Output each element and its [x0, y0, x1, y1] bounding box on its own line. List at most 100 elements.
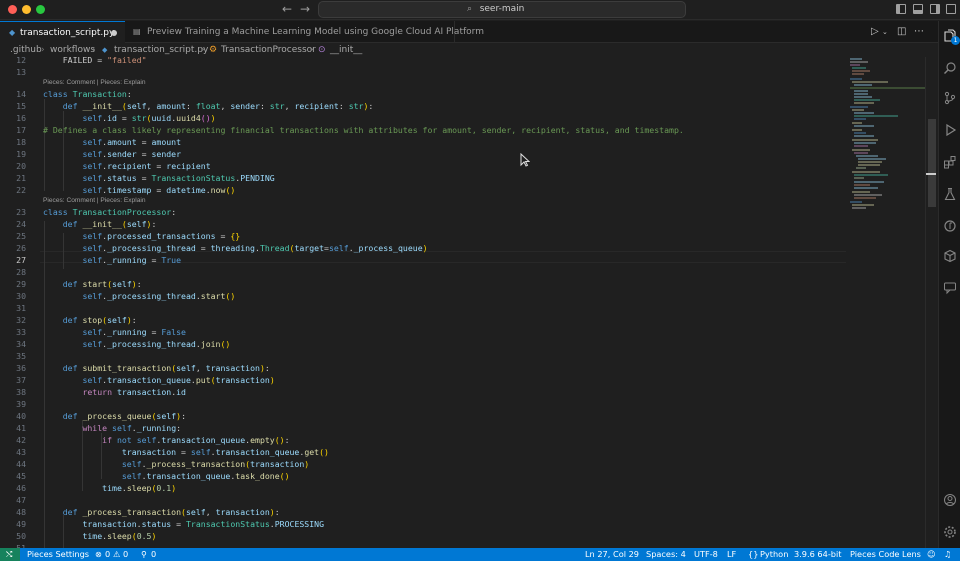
error-count[interactable]: 0 [105, 548, 110, 561]
close-window-button[interactable] [8, 5, 17, 14]
settings-gear-icon[interactable] [943, 525, 957, 539]
language-mode[interactable]: Python [760, 548, 788, 561]
code-line-current: 27 self._running = True [16, 255, 182, 265]
code-line: 42 if not self.transaction_queue.empty()… [16, 435, 290, 445]
code-line: 33 self._running = False [16, 327, 186, 337]
code-line: 41 while self._running: [16, 423, 182, 433]
tab-label: Preview Training a Machine Learning Mode… [147, 27, 484, 37]
search-icon: ⌕ [467, 4, 473, 14]
cursor-position[interactable]: Ln 27, Col 29 [585, 548, 639, 561]
code-line: 50 time.sleep(0.5) [16, 531, 157, 541]
split-editor-icon[interactable]: ◫ [897, 26, 906, 37]
code-line: 15 def __init__(self, amount: float, sen… [16, 101, 374, 111]
code-line: 46 time.sleep(0.1) [16, 483, 177, 493]
pieces-settings-item[interactable]: Pieces Settings [27, 548, 89, 561]
chat-icon[interactable] [943, 281, 957, 295]
code-line: 30 self._processing_thread.start() [16, 291, 236, 301]
end-of-line[interactable]: LF [727, 548, 736, 561]
remote-icon: ⤭ [6, 550, 13, 559]
pieces-icon[interactable] [943, 219, 957, 233]
tab-preview[interactable]: ▤ Preview Training a Machine Learning Mo… [125, 21, 484, 43]
breadcrumb-item[interactable]: workflows [50, 43, 95, 57]
breadcrumb-item[interactable]: transaction_script.py [114, 43, 208, 57]
toggle-primary-sidebar-icon[interactable] [896, 4, 906, 14]
code-line: 20 self.recipient = recipient [16, 161, 211, 171]
extensions-icon[interactable] [943, 155, 957, 169]
code-line: 16 self.id = str(uuid.uuid4()) [16, 113, 216, 123]
chevron-right-icon: › [41, 45, 45, 55]
run-dropdown-chevron-icon[interactable]: ⌄ [882, 28, 888, 36]
tab-label: transaction_script.py [20, 28, 115, 38]
encoding[interactable]: UTF-8 [694, 548, 718, 561]
minimize-window-button[interactable] [22, 5, 31, 14]
accounts-icon[interactable] [943, 493, 957, 507]
code-line: 40 def _process_queue(self): [16, 411, 186, 421]
breadcrumb-item[interactable]: .github [10, 43, 42, 57]
code-line: 12 FAILED = "failed" [16, 57, 147, 65]
tab-transaction-script[interactable]: ◆ transaction_script.py [0, 21, 125, 43]
python-interpreter[interactable]: 3.9.6 64-bit [794, 548, 842, 561]
code-line: 43 transaction = self.transaction_queue.… [16, 447, 329, 457]
indentation[interactable]: Spaces: 4 [646, 548, 686, 561]
code-line: 24 def __init__(self): [16, 219, 157, 229]
copilot-icon[interactable]: ☺ [927, 548, 936, 561]
code-line: 13 [16, 67, 26, 77]
code-line: 36 def submit_transaction(self, transact… [16, 363, 270, 373]
code-line: 29 def start(self): [16, 279, 142, 289]
code-line: 35 [16, 351, 26, 361]
code-lens-pieces[interactable]: Pieces: Comment | Pieces: Explain [43, 78, 146, 88]
forward-arrow-icon[interactable]: → [300, 2, 310, 16]
code-lens-pieces[interactable]: Pieces: Comment | Pieces: Explain [43, 196, 146, 206]
code-line: 18 self.amount = amount [16, 137, 182, 147]
toggle-secondary-sidebar-icon[interactable] [930, 4, 940, 14]
code-line: 32 def stop(self): [16, 315, 137, 325]
search-icon[interactable] [943, 61, 957, 75]
code-line: 21 self.status = TransactionStatus.PENDI… [16, 173, 275, 183]
source-control-icon[interactable] [943, 91, 957, 105]
breadcrumb: .github › workflows › ◆ transaction_scri… [0, 43, 938, 57]
chevron-right-icon: › [201, 45, 205, 55]
notifications-bell-icon[interactable]: ♫ [944, 548, 951, 561]
breadcrumb-item[interactable]: TransactionProcessor [221, 43, 316, 57]
run-python-icon[interactable]: ▷ [871, 26, 879, 37]
code-line: 48 def _process_transaction(self, transa… [16, 507, 280, 517]
vertical-scrollbar[interactable] [925, 57, 936, 548]
code-line: 44 self._process_transaction(transaction… [16, 459, 310, 469]
breadcrumb-item[interactable]: __init__ [330, 43, 362, 57]
workspace-name: seer-main [479, 4, 525, 14]
code-line: 28 [16, 267, 26, 277]
zoom-window-button[interactable] [36, 5, 45, 14]
toggle-panel-icon[interactable] [913, 4, 923, 14]
code-line: 45 self.transaction_queue.task_done() [16, 471, 290, 481]
code-line: 23 class TransactionProcessor: [16, 207, 177, 217]
title-bar: ← → ⌕ seer-main [0, 0, 960, 20]
command-center-search[interactable]: ⌕ seer-main [318, 1, 686, 18]
minimap[interactable] [848, 57, 930, 217]
status-bar: ⤭ Pieces Settings ⊗ 0 ⚠ 0 ⚲ 0 Ln 27, Col… [0, 548, 960, 561]
python-file-icon: ◆ [9, 28, 16, 37]
ports-icon: ⚲ [141, 549, 147, 559]
customize-layout-icon[interactable] [946, 4, 956, 14]
scrollbar-thumb[interactable] [928, 119, 936, 207]
code-line: 17 # Defines a class likely representing … [16, 125, 684, 135]
run-and-debug-icon[interactable] [943, 123, 957, 137]
chevron-right-icon: › [310, 45, 314, 55]
more-actions-icon[interactable]: ⋯ [914, 26, 924, 37]
code-line: 37 self.transaction_queue.put(transactio… [16, 375, 275, 385]
code-line: 22 self.timestamp = datetime.now() [16, 185, 236, 195]
code-line: 26 self._processing_thread = threading.T… [16, 243, 428, 253]
package-cube-icon[interactable] [943, 249, 957, 263]
remote-indicator[interactable]: ⤭ [0, 548, 20, 561]
ports-count[interactable]: 0 [151, 548, 156, 561]
explorer-badge: 1 [951, 36, 960, 45]
back-arrow-icon[interactable]: ← [282, 2, 292, 16]
preview-icon: ▤ [133, 27, 141, 36]
code-line: 38 return transaction.id [16, 387, 186, 397]
code-editor[interactable]: 12 FAILED = "failed" 13 Pieces: Comment … [0, 57, 938, 548]
mouse-pointer-icon [520, 153, 530, 167]
pieces-code-lens-toggle[interactable]: Pieces Code Lens [850, 548, 921, 561]
warning-count[interactable]: 0 [123, 548, 128, 561]
testing-flask-icon[interactable] [943, 187, 957, 201]
unsaved-dot-icon[interactable] [111, 30, 117, 36]
code-line: 25 self.processed_transactions = {} [16, 231, 241, 241]
